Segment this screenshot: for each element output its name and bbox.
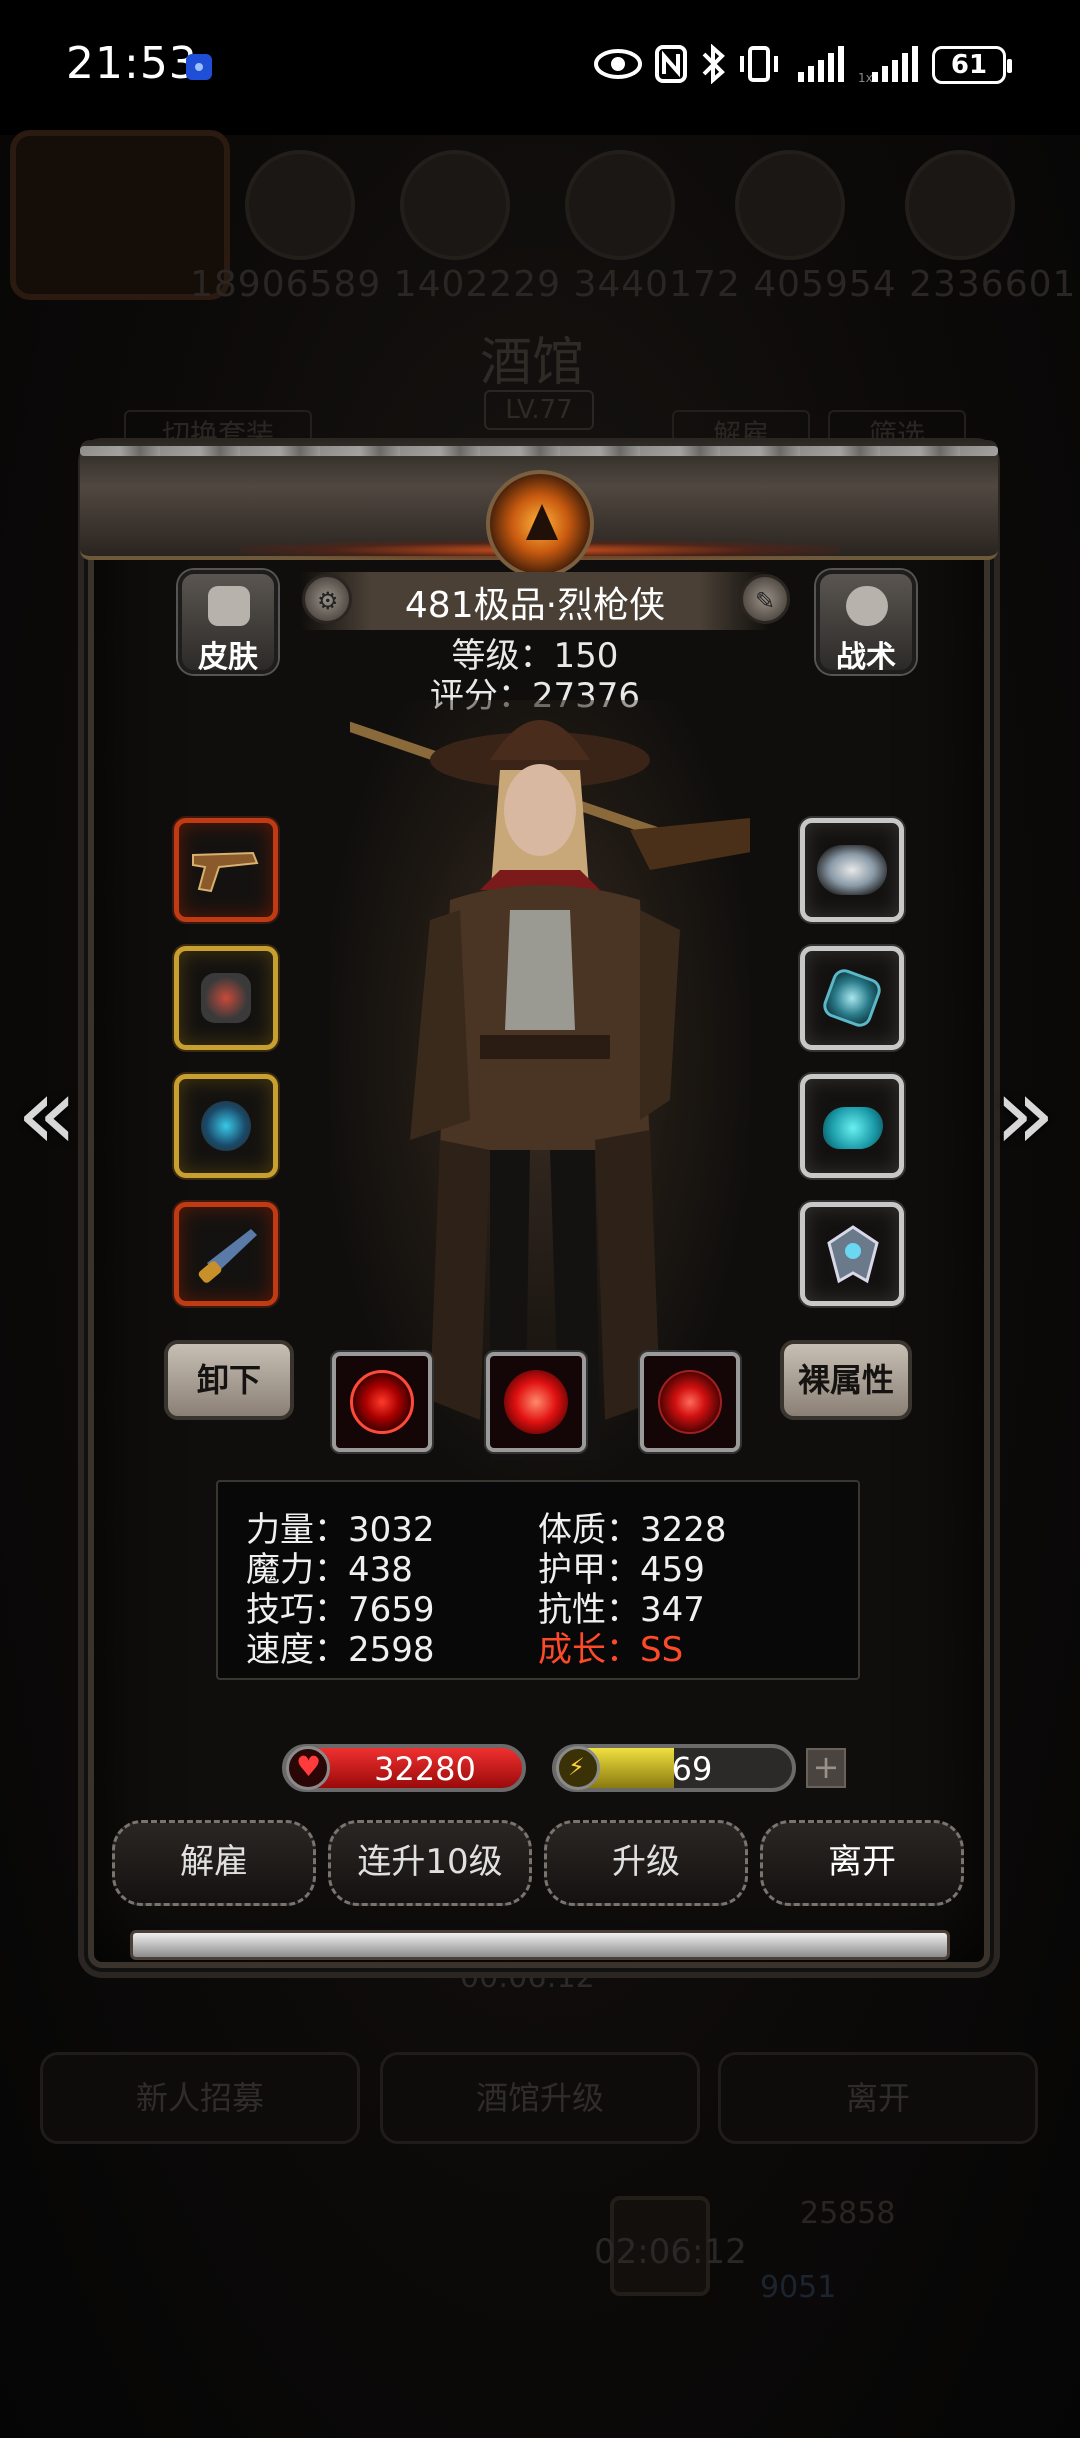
equip-slot-ring-2[interactable] (800, 946, 904, 1050)
unequip-button[interactable]: 卸下 (164, 1340, 294, 1420)
skill-slot-1[interactable] (332, 1352, 432, 1452)
stat-growth: 成长：SS (538, 1630, 684, 1670)
next-hero-arrow[interactable]: » (990, 1064, 1060, 1174)
skill-slot-3[interactable] (640, 1352, 740, 1452)
cloud-ring-icon (817, 845, 887, 895)
notification-icon (186, 54, 212, 80)
bg-title: 酒馆 (480, 333, 585, 393)
emblem-icon (827, 1225, 879, 1284)
battery-indicator: 61 (932, 46, 1012, 84)
bg-gold-coin: 25858 (800, 2196, 896, 2231)
equip-slot-weapon[interactable] (174, 818, 278, 922)
emblem-icon (486, 470, 594, 578)
svg-text:1x: 1x (858, 71, 873, 84)
bg-recruit-button: 新人招募 (40, 2052, 360, 2144)
flintlock-pistol-icon (192, 851, 259, 893)
status-bar: 21:53 1x 61 (0, 0, 1080, 135)
crosshair-skill-icon (350, 1370, 414, 1434)
leave-button[interactable]: 离开 (760, 1820, 964, 1906)
skin-button[interactable]: 皮肤 (178, 570, 278, 675)
dismiss-button[interactable]: 解雇 (112, 1820, 316, 1906)
bg-resource-icon (735, 150, 845, 260)
equip-slot-accessory[interactable] (174, 1202, 278, 1306)
lightning-icon (556, 1746, 600, 1790)
target-skill-icon (658, 1370, 722, 1434)
skill-slot-2[interactable] (486, 1352, 586, 1452)
equip-slot-ring-1[interactable] (800, 818, 904, 922)
crystal-icon (819, 965, 885, 1031)
signal-icon-1 (798, 46, 844, 82)
add-energy-button[interactable]: + (806, 1748, 846, 1788)
amulet-icon (201, 1101, 251, 1151)
eye-icon (594, 49, 642, 79)
bg-blue-coin: 9051 (760, 2270, 837, 2305)
nfc-icon (655, 45, 687, 83)
equip-slot-emblem[interactable] (800, 1202, 904, 1306)
level-up-button[interactable]: 升级 (544, 1820, 748, 1906)
bottom-frame (130, 1930, 950, 1960)
skin-button-label: 皮肤 (198, 640, 258, 675)
bg-gift-timer: 02:06:12 (594, 2232, 747, 2272)
armor-icon (201, 973, 251, 1023)
bluetooth-icon (702, 44, 725, 84)
vibrate-icon (740, 46, 778, 82)
shirt-icon (208, 586, 250, 626)
stat-speed: 速度：2598 (246, 1630, 435, 1670)
energy-value: 69 (671, 1750, 713, 1788)
bg-level: LV.77 (484, 390, 594, 430)
bg-resource-icon (905, 150, 1015, 260)
hp-value: 32280 (374, 1750, 476, 1788)
heart-icon (286, 1746, 330, 1790)
vortex-skill-icon (504, 1370, 568, 1434)
previous-hero-arrow[interactable]: « (12, 1064, 82, 1174)
weapon-hilt-icon (198, 1229, 257, 1283)
equip-slot-armor[interactable] (174, 946, 278, 1050)
equip-slot-gem[interactable] (800, 1074, 904, 1178)
equip-slot-amulet[interactable] (174, 1074, 278, 1178)
bg-leave-button: 离开 (718, 2052, 1038, 2144)
gear-icon (846, 586, 888, 626)
bg-currency-values: 18906589 1402229 3440172 405954 2336601 (190, 264, 1077, 305)
status-time: 21:53 (66, 38, 198, 89)
bg-upgrade-tavern-button: 酒馆升级 (380, 2052, 700, 2144)
signal-icon-2: 1x (858, 46, 918, 84)
base-attributes-button[interactable]: 裸属性 (780, 1340, 912, 1420)
level-up-10-button[interactable]: 连升10级 (328, 1820, 532, 1906)
bg-resource-icon (245, 150, 355, 260)
bg-resource-icon (400, 150, 510, 260)
teal-stone-icon (823, 1107, 883, 1149)
bg-resource-icon (565, 150, 675, 260)
hero-name: 481极品·烈枪侠 (404, 585, 666, 626)
tactics-button-label: 战术 (836, 640, 896, 675)
tactics-button[interactable]: 战术 (816, 570, 916, 675)
